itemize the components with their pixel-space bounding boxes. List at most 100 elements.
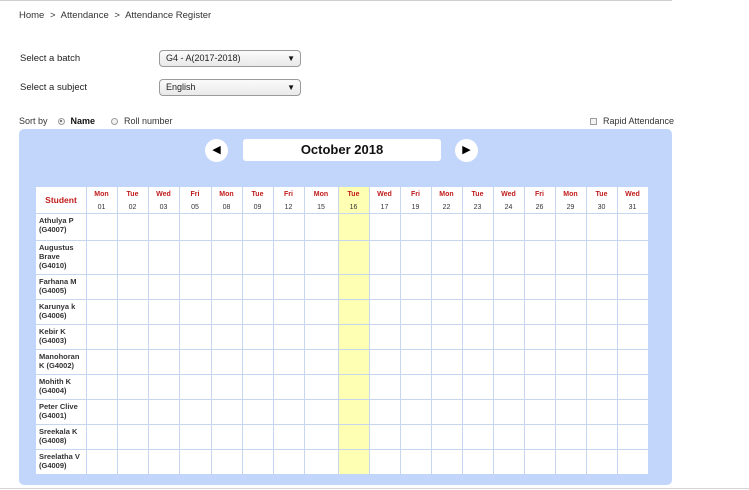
- attendance-cell[interactable]: [149, 425, 179, 449]
- attendance-cell[interactable]: [587, 425, 617, 449]
- attendance-cell[interactable]: [618, 350, 648, 374]
- attendance-cell[interactable]: [274, 241, 304, 274]
- attendance-cell[interactable]: [149, 350, 179, 374]
- attendance-cell[interactable]: [243, 275, 273, 299]
- attendance-cell[interactable]: [274, 300, 304, 324]
- attendance-cell[interactable]: [87, 400, 117, 424]
- attendance-cell[interactable]: [212, 375, 242, 399]
- attendance-cell[interactable]: [587, 275, 617, 299]
- attendance-cell[interactable]: [180, 375, 211, 399]
- attendance-cell[interactable]: [305, 325, 338, 349]
- attendance-cell[interactable]: [370, 350, 400, 374]
- attendance-cell[interactable]: [339, 275, 369, 299]
- attendance-cell[interactable]: [432, 400, 462, 424]
- attendance-cell[interactable]: [305, 450, 338, 474]
- attendance-cell[interactable]: [149, 300, 179, 324]
- attendance-cell[interactable]: [305, 350, 338, 374]
- attendance-cell[interactable]: [149, 400, 179, 424]
- attendance-cell[interactable]: [432, 214, 462, 240]
- attendance-cell[interactable]: [618, 375, 648, 399]
- attendance-cell[interactable]: [118, 275, 148, 299]
- attendance-cell[interactable]: [587, 325, 617, 349]
- attendance-cell[interactable]: [339, 450, 369, 474]
- attendance-cell[interactable]: [149, 325, 179, 349]
- sort-roll-label[interactable]: Roll number: [124, 116, 173, 126]
- attendance-cell[interactable]: [118, 375, 148, 399]
- attendance-cell[interactable]: [339, 425, 369, 449]
- attendance-cell[interactable]: [370, 425, 400, 449]
- attendance-cell[interactable]: [587, 450, 617, 474]
- attendance-cell[interactable]: [432, 350, 462, 374]
- attendance-cell[interactable]: [243, 300, 273, 324]
- attendance-cell[interactable]: [87, 275, 117, 299]
- attendance-cell[interactable]: [463, 325, 493, 349]
- attendance-cell[interactable]: [180, 400, 211, 424]
- attendance-cell[interactable]: [432, 425, 462, 449]
- attendance-cell[interactable]: [494, 300, 524, 324]
- attendance-cell[interactable]: [305, 241, 338, 274]
- attendance-cell[interactable]: [587, 241, 617, 274]
- attendance-cell[interactable]: [401, 400, 431, 424]
- attendance-cell[interactable]: [556, 350, 586, 374]
- attendance-cell[interactable]: [618, 425, 648, 449]
- attendance-cell[interactable]: [212, 425, 242, 449]
- attendance-cell[interactable]: [556, 325, 586, 349]
- attendance-cell[interactable]: [618, 325, 648, 349]
- breadcrumb-home[interactable]: Home: [19, 10, 44, 21]
- attendance-cell[interactable]: [587, 400, 617, 424]
- attendance-cell[interactable]: [87, 325, 117, 349]
- attendance-cell[interactable]: [463, 241, 493, 274]
- attendance-cell[interactable]: [525, 425, 555, 449]
- attendance-cell[interactable]: [494, 241, 524, 274]
- attendance-cell[interactable]: [339, 375, 369, 399]
- attendance-cell[interactable]: [370, 275, 400, 299]
- attendance-cell[interactable]: [212, 450, 242, 474]
- prev-month-button[interactable]: ◀: [205, 139, 228, 162]
- attendance-cell[interactable]: [463, 425, 493, 449]
- attendance-cell[interactable]: [556, 275, 586, 299]
- attendance-cell[interactable]: [180, 350, 211, 374]
- attendance-cell[interactable]: [525, 214, 555, 240]
- attendance-cell[interactable]: [618, 275, 648, 299]
- rapid-attendance[interactable]: Rapid Attendance: [590, 116, 674, 126]
- attendance-cell[interactable]: [305, 375, 338, 399]
- attendance-cell[interactable]: [305, 425, 338, 449]
- attendance-cell[interactable]: [401, 450, 431, 474]
- attendance-cell[interactable]: [243, 325, 273, 349]
- attendance-cell[interactable]: [243, 214, 273, 240]
- attendance-cell[interactable]: [494, 214, 524, 240]
- attendance-cell[interactable]: [305, 275, 338, 299]
- attendance-cell[interactable]: [618, 214, 648, 240]
- attendance-cell[interactable]: [212, 325, 242, 349]
- attendance-cell[interactable]: [401, 375, 431, 399]
- attendance-cell[interactable]: [212, 275, 242, 299]
- attendance-cell[interactable]: [118, 300, 148, 324]
- attendance-cell[interactable]: [401, 350, 431, 374]
- attendance-cell[interactable]: [494, 425, 524, 449]
- attendance-cell[interactable]: [180, 241, 211, 274]
- attendance-cell[interactable]: [305, 400, 338, 424]
- attendance-cell[interactable]: [618, 450, 648, 474]
- attendance-cell[interactable]: [180, 300, 211, 324]
- subject-select[interactable]: English ▼: [159, 79, 301, 96]
- attendance-cell[interactable]: [180, 450, 211, 474]
- attendance-cell[interactable]: [180, 425, 211, 449]
- attendance-cell[interactable]: [243, 425, 273, 449]
- attendance-cell[interactable]: [587, 350, 617, 374]
- attendance-cell[interactable]: [525, 350, 555, 374]
- rapid-attendance-checkbox[interactable]: [590, 117, 597, 125]
- attendance-cell[interactable]: [87, 350, 117, 374]
- attendance-cell[interactable]: [149, 241, 179, 274]
- attendance-cell[interactable]: [370, 300, 400, 324]
- attendance-cell[interactable]: [87, 300, 117, 324]
- attendance-cell[interactable]: [525, 450, 555, 474]
- next-month-button[interactable]: ▶: [455, 139, 478, 162]
- attendance-cell[interactable]: [618, 400, 648, 424]
- attendance-cell[interactable]: [180, 214, 211, 240]
- attendance-cell[interactable]: [180, 275, 211, 299]
- attendance-cell[interactable]: [432, 300, 462, 324]
- attendance-cell[interactable]: [618, 241, 648, 274]
- attendance-cell[interactable]: [556, 300, 586, 324]
- attendance-cell[interactable]: [494, 325, 524, 349]
- attendance-cell[interactable]: [432, 450, 462, 474]
